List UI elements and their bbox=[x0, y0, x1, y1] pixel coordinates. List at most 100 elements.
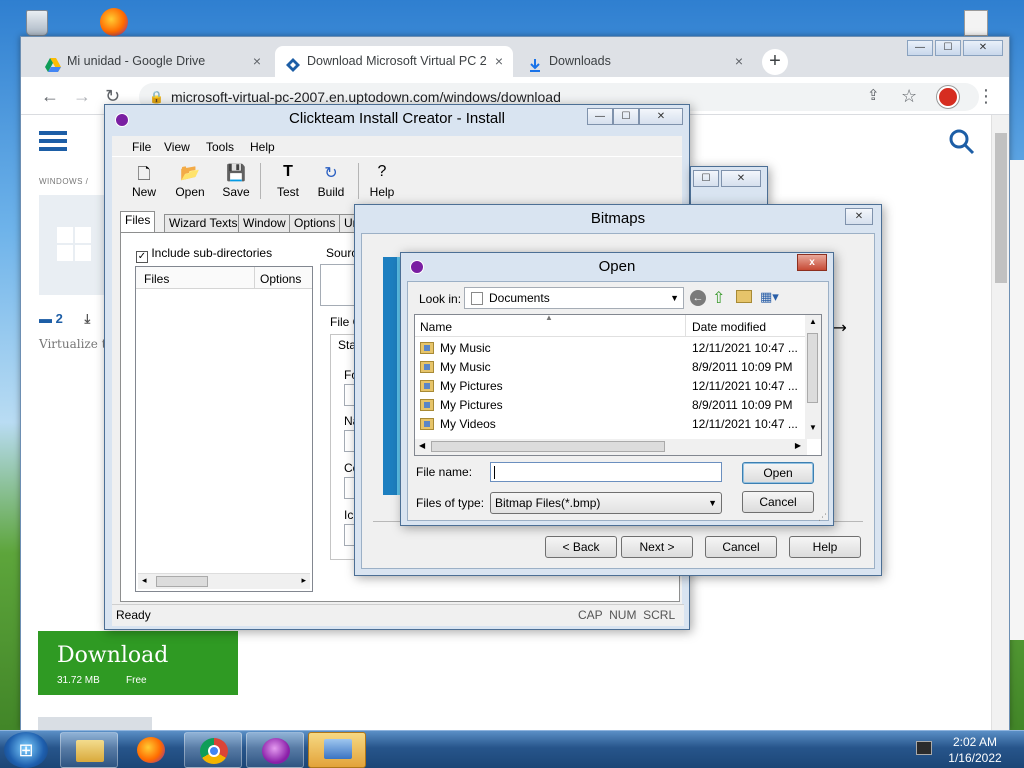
next-button[interactable]: Next > bbox=[621, 536, 693, 558]
share-icon[interactable]: ⇪ bbox=[867, 86, 880, 104]
scroll-down-icon[interactable]: ▼ bbox=[809, 423, 817, 432]
files-list-hscroll[interactable]: ◂ ▸ bbox=[138, 573, 310, 589]
page-scrollbar[interactable] bbox=[991, 115, 1009, 731]
scroll-left-icon[interactable]: ◂ bbox=[142, 575, 147, 586]
back-arrow-icon[interactable]: ← bbox=[41, 86, 59, 107]
toolbar-open-button[interactable]: 📂 Open bbox=[168, 163, 212, 199]
scroll-up-icon[interactable]: ▲ bbox=[809, 317, 817, 326]
comment-icon: ▬ bbox=[39, 311, 52, 326]
taskbar-clickteam[interactable] bbox=[246, 732, 304, 768]
test-t-icon: T bbox=[283, 163, 293, 180]
vscroll-thumb[interactable] bbox=[807, 333, 818, 403]
up-folder-icon[interactable]: ⇧ bbox=[712, 288, 725, 308]
tab-wizard-texts[interactable]: Wizard Texts bbox=[164, 214, 243, 233]
tab-files[interactable]: Files bbox=[120, 211, 156, 233]
toolbar-help-button[interactable]: ? Help bbox=[360, 163, 404, 199]
file-list-hscroll[interactable]: ◀ ▶ bbox=[415, 439, 807, 455]
tab-close-icon[interactable]: × bbox=[253, 46, 261, 77]
chrome-icon-center bbox=[208, 745, 220, 757]
column-files[interactable]: Files bbox=[144, 272, 169, 286]
bitmaps-cancel-button[interactable]: Cancel bbox=[705, 536, 777, 558]
background-dialog-maximize[interactable]: ☐ bbox=[693, 170, 719, 187]
nav-back-icon[interactable]: ← bbox=[690, 290, 706, 306]
scroll-thumb[interactable] bbox=[156, 576, 208, 587]
floppy-disk-icon: 💾 bbox=[226, 165, 246, 182]
column-options[interactable]: Options bbox=[260, 272, 301, 286]
scroll-left-icon[interactable]: ◀ bbox=[419, 441, 425, 450]
taskbar-installer[interactable] bbox=[308, 732, 366, 768]
tab-close-icon[interactable]: × bbox=[735, 46, 743, 77]
recycle-bin-icon[interactable] bbox=[20, 4, 56, 36]
open-dialog-close-button[interactable]: x bbox=[797, 254, 827, 271]
toolbar-new-button[interactable]: 🗋 New bbox=[122, 163, 166, 199]
toolbar-build-button[interactable]: ↻ Build bbox=[309, 163, 353, 199]
comments-count[interactable]: ▬ 2 ⤓ bbox=[39, 311, 90, 327]
download-button[interactable]: Download 31.72 MB Free bbox=[38, 631, 238, 695]
desktop-file-icon[interactable] bbox=[960, 8, 992, 36]
new-tab-button[interactable]: + bbox=[762, 49, 788, 75]
toolbar-save-button[interactable]: 💾 Save bbox=[214, 163, 258, 199]
network-tray-icon[interactable] bbox=[916, 741, 932, 755]
list-item[interactable]: My Music bbox=[420, 358, 491, 377]
chrome-close-button[interactable]: ✕ bbox=[963, 40, 1003, 56]
chrome-maximize-button[interactable]: ☐ bbox=[935, 40, 961, 56]
hamburger-menu-icon[interactable] bbox=[39, 131, 67, 151]
bitmaps-title: Bitmaps bbox=[590, 210, 646, 227]
tab-window[interactable]: Window bbox=[238, 214, 291, 233]
close-button[interactable]: ✕ bbox=[639, 108, 683, 125]
include-subdirs-checkbox[interactable]: ✓ Include sub-directories bbox=[136, 246, 272, 263]
file-name-input[interactable] bbox=[490, 462, 722, 482]
list-item[interactable]: My Pictures bbox=[420, 377, 503, 396]
toolbar-test-button[interactable]: T Test bbox=[266, 163, 310, 199]
scrollbar-thumb[interactable] bbox=[995, 133, 1007, 283]
tab-options[interactable]: Options bbox=[289, 214, 341, 233]
bookmark-star-icon[interactable]: ☆ bbox=[901, 86, 917, 107]
back-button[interactable]: < Back bbox=[545, 536, 617, 558]
open-button[interactable]: Open bbox=[742, 462, 814, 484]
tab-close-icon[interactable]: × bbox=[495, 46, 503, 77]
chrome-minimize-button[interactable]: — bbox=[907, 40, 933, 56]
firefox-desktop-icon[interactable] bbox=[96, 4, 132, 36]
look-in-combobox[interactable]: Documents ▼ bbox=[464, 287, 684, 309]
clock[interactable]: 2:02 AM 1/16/2022 bbox=[940, 734, 1010, 766]
tab-downloads[interactable]: Downloads × bbox=[517, 46, 753, 77]
list-item[interactable]: My Videos bbox=[420, 415, 496, 434]
bitmaps-close-button[interactable]: ✕ bbox=[845, 208, 873, 225]
list-item[interactable]: My Music bbox=[420, 339, 491, 358]
background-dialog: ☐ ✕ bbox=[690, 166, 768, 206]
files-list[interactable]: Files Options ◂ ▸ bbox=[135, 266, 313, 592]
search-icon[interactable] bbox=[949, 129, 975, 155]
taskbar-firefox[interactable] bbox=[122, 732, 180, 768]
column-date-modified[interactable]: Date modified bbox=[692, 320, 766, 334]
bitmaps-help-button[interactable]: Help bbox=[789, 536, 861, 558]
background-dialog-close[interactable]: ✕ bbox=[721, 170, 761, 187]
scroll-right-icon[interactable]: ▸ bbox=[301, 575, 306, 586]
start-button[interactable]: ⊞ bbox=[4, 732, 48, 768]
list-item[interactable]: My Pictures bbox=[420, 396, 503, 415]
new-folder-icon[interactable] bbox=[736, 290, 752, 303]
menu-file[interactable]: File bbox=[132, 140, 151, 154]
taskbar-chrome[interactable] bbox=[184, 732, 242, 768]
menu-help[interactable]: Help bbox=[250, 140, 275, 154]
hscroll-thumb[interactable] bbox=[431, 441, 665, 452]
forward-arrow-icon[interactable]: → bbox=[73, 86, 91, 107]
menu-view[interactable]: View bbox=[164, 140, 190, 154]
profile-avatar[interactable] bbox=[937, 86, 959, 108]
breadcrumb[interactable]: WINDOWS / bbox=[39, 177, 88, 186]
tab-virtual-pc-download[interactable]: Download Microsoft Virtual PC 2 × bbox=[275, 46, 513, 77]
tab-google-drive[interactable]: Mi unidad - Google Drive × bbox=[35, 46, 271, 77]
files-of-type-select[interactable]: Bitmap Files(*.bmp) ▼ bbox=[490, 492, 722, 514]
view-menu-icon[interactable]: ▦▾ bbox=[760, 289, 779, 305]
scroll-right-icon[interactable]: ▶ bbox=[795, 441, 801, 450]
status-indicators: CAP NUM SCRL bbox=[578, 608, 676, 622]
menu-tools[interactable]: Tools bbox=[206, 140, 234, 154]
taskbar-explorer[interactable] bbox=[60, 732, 118, 768]
resize-grip-icon[interactable]: ⋰ bbox=[818, 512, 827, 523]
minimize-button[interactable]: — bbox=[587, 108, 613, 125]
tab-strip: Mi unidad - Google Drive × Download Micr… bbox=[21, 37, 1009, 77]
menu-kebab-icon[interactable]: ⋮ bbox=[977, 86, 995, 107]
column-name[interactable]: Name bbox=[420, 320, 452, 334]
maximize-button[interactable]: ☐ bbox=[613, 108, 639, 125]
file-list-vscroll[interactable]: ▲ ▼ bbox=[805, 315, 821, 439]
open-cancel-button[interactable]: Cancel bbox=[742, 491, 814, 513]
